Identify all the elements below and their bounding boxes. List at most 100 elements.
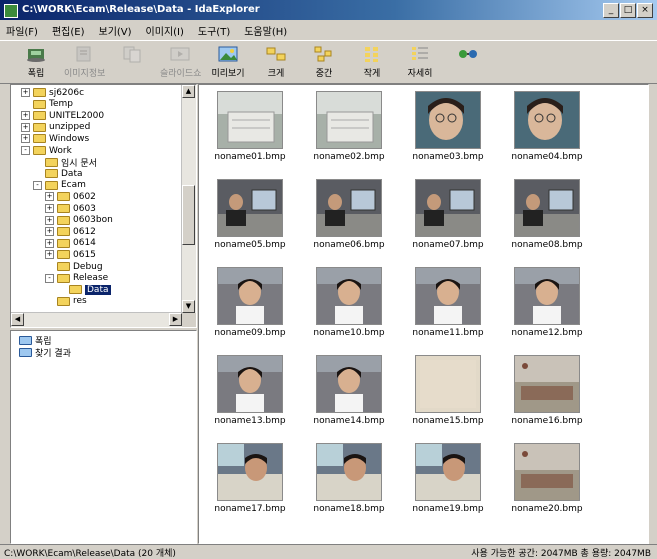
toolbar-button[interactable]: 미리보기 [208, 41, 248, 79]
image-thumbnail[interactable]: noname03.bmp [401, 87, 495, 173]
shortcut-item[interactable]: 폭립 [19, 335, 52, 347]
image-thumbnail[interactable]: noname02.bmp [302, 87, 396, 173]
collapse-icon[interactable]: - [33, 180, 42, 190]
tree-item[interactable]: - Release [45, 273, 108, 284]
tree-item[interactable]: +0603 [45, 203, 96, 214]
network-icon [457, 45, 479, 63]
tree-item-label: Temp [49, 99, 73, 110]
expand-icon[interactable]: + [21, 88, 30, 97]
tree-item[interactable]: Temp [21, 99, 73, 110]
thumbnail-filename: noname02.bmp [313, 152, 385, 162]
toolbar-button[interactable]: 자세히 [400, 41, 440, 79]
tree-horizontal-scrollbar[interactable]: ◀ ▶ [11, 312, 182, 327]
image-thumbnail[interactable]: noname05.bmp [203, 175, 297, 261]
expand-icon[interactable]: + [21, 111, 30, 121]
thumbnail-filename: noname11.bmp [412, 328, 484, 338]
expand-icon[interactable]: + [45, 238, 54, 248]
tree-item-label: Debug [73, 261, 103, 272]
expand-icon[interactable]: + [45, 215, 54, 225]
folder-icon [57, 227, 70, 237]
tree-item[interactable]: +0602 [45, 191, 96, 202]
image-thumbnail[interactable]: noname14.bmp [302, 351, 396, 437]
collapse-icon[interactable]: - [21, 146, 30, 155]
shortcut-tree: 폭립 찾기 결과 [10, 330, 197, 544]
tree-item[interactable]: + unzipped [21, 122, 90, 133]
image-thumbnail[interactable]: noname17.bmp [203, 439, 297, 525]
folder-tree: + sj6206c Temp + UNITEL2000 + unzipped + Windows… [10, 84, 197, 328]
tree-item[interactable]: Debug [45, 261, 103, 272]
tree-vertical-scrollbar[interactable]: ▲ ▼ [181, 85, 196, 313]
tree-item[interactable]: res [45, 296, 87, 307]
image-thumbnail[interactable]: noname18.bmp [302, 439, 396, 525]
image-thumbnail[interactable]: noname09.bmp [203, 263, 297, 349]
tree-item[interactable]: + Windows [21, 133, 89, 144]
tree-item[interactable]: Data [33, 168, 83, 179]
tree-item-label: Ecam [61, 180, 86, 191]
toolbar-button[interactable] [112, 41, 152, 66]
image-thumbnail[interactable]: noname11.bmp [401, 263, 495, 349]
tree-item[interactable]: Data [57, 284, 111, 295]
expand-icon[interactable]: + [21, 122, 30, 132]
thumbnail-image [514, 91, 580, 149]
tree-item-label: Windows [49, 133, 90, 144]
menu-item[interactable]: 도움말(H) [244, 23, 287, 38]
thumbnail-filename: noname20.bmp [511, 504, 583, 514]
menu-item[interactable]: 도구(T) [198, 23, 230, 38]
tree-item[interactable]: + UNITEL2000 [21, 110, 104, 121]
tree-item-label: 임시 문서 [61, 158, 97, 169]
image-thumbnail[interactable]: noname07.bmp [401, 175, 495, 261]
scroll-right-arrow-icon[interactable]: ▶ [169, 313, 182, 326]
tree-item[interactable]: +0612 [45, 226, 96, 237]
expand-icon[interactable]: + [45, 227, 54, 237]
toolbar-button[interactable]: 중간 [304, 41, 344, 79]
expand-icon[interactable]: + [45, 192, 54, 202]
tree-item[interactable]: - Ecam [33, 180, 86, 191]
scroll-up-arrow-icon[interactable]: ▲ [182, 85, 195, 98]
image-thumbnail[interactable]: noname12.bmp [500, 263, 594, 349]
tree-item[interactable]: + sj6206c [21, 87, 84, 98]
toolbar-button[interactable]: 이미지정보 [64, 41, 105, 79]
status-bar: C:\WORK\Ecam\Release\Data (20 개체) 사용 가능한… [0, 544, 657, 559]
expand-icon[interactable]: + [45, 250, 54, 260]
image-thumbnail[interactable]: noname13.bmp [203, 351, 297, 437]
menu-item[interactable]: 보기(V) [99, 23, 132, 38]
thumbnail-image [415, 179, 481, 237]
scroll-down-arrow-icon[interactable]: ▼ [182, 300, 195, 313]
expand-icon[interactable]: + [45, 204, 54, 213]
image-thumbnail[interactable]: noname04.bmp [500, 87, 594, 173]
close-button[interactable]: × [637, 3, 653, 18]
image-thumbnail[interactable]: noname08.bmp [500, 175, 594, 261]
menu-item[interactable]: 파일(F) [6, 23, 38, 38]
tree-item[interactable]: +0614 [45, 238, 96, 249]
image-thumbnail[interactable]: noname16.bmp [500, 351, 594, 437]
folder-icon [33, 146, 46, 155]
tree-item[interactable]: +0615 [45, 249, 96, 260]
image-thumbnail[interactable]: noname01.bmp [203, 87, 297, 173]
scroll-thumb[interactable] [182, 185, 195, 245]
toolbar-button[interactable]: 폭립 [16, 41, 56, 79]
toolbar-button[interactable]: 슬라이드쇼 [160, 41, 201, 79]
thumbnail-filename: noname09.bmp [214, 328, 286, 338]
image-thumbnail[interactable]: noname19.bmp [401, 439, 495, 525]
minimize-button[interactable]: _ [603, 3, 619, 18]
maximize-button[interactable]: □ [620, 3, 636, 18]
image-thumbnail[interactable]: noname10.bmp [302, 263, 396, 349]
tree-item[interactable]: +0603bon [45, 215, 113, 226]
folder-icon [57, 215, 70, 225]
image-thumbnail[interactable]: noname06.bmp [302, 175, 396, 261]
menu-item[interactable]: 이미지(I) [146, 23, 184, 38]
expand-icon[interactable]: + [21, 134, 30, 144]
toolbar-button[interactable]: 작게 [352, 41, 392, 79]
tree-item[interactable]: 임시 문서 [33, 157, 97, 169]
scroll-left-arrow-icon[interactable]: ◀ [11, 313, 24, 326]
image-icon [217, 45, 239, 63]
menu-item[interactable]: 편집(E) [52, 23, 85, 38]
tree-item[interactable]: - Work [21, 145, 72, 156]
image-thumbnail[interactable]: noname20.bmp [500, 439, 594, 525]
toolbar-button[interactable]: 크게 [256, 41, 296, 79]
shortcut-item[interactable]: 찾기 결과 [19, 347, 71, 359]
toolbar-button[interactable] [448, 41, 488, 66]
image-thumbnail[interactable]: noname15.bmp [401, 351, 495, 437]
tree-item-label: 0603bon [73, 215, 113, 226]
collapse-icon[interactable]: - [45, 273, 54, 283]
